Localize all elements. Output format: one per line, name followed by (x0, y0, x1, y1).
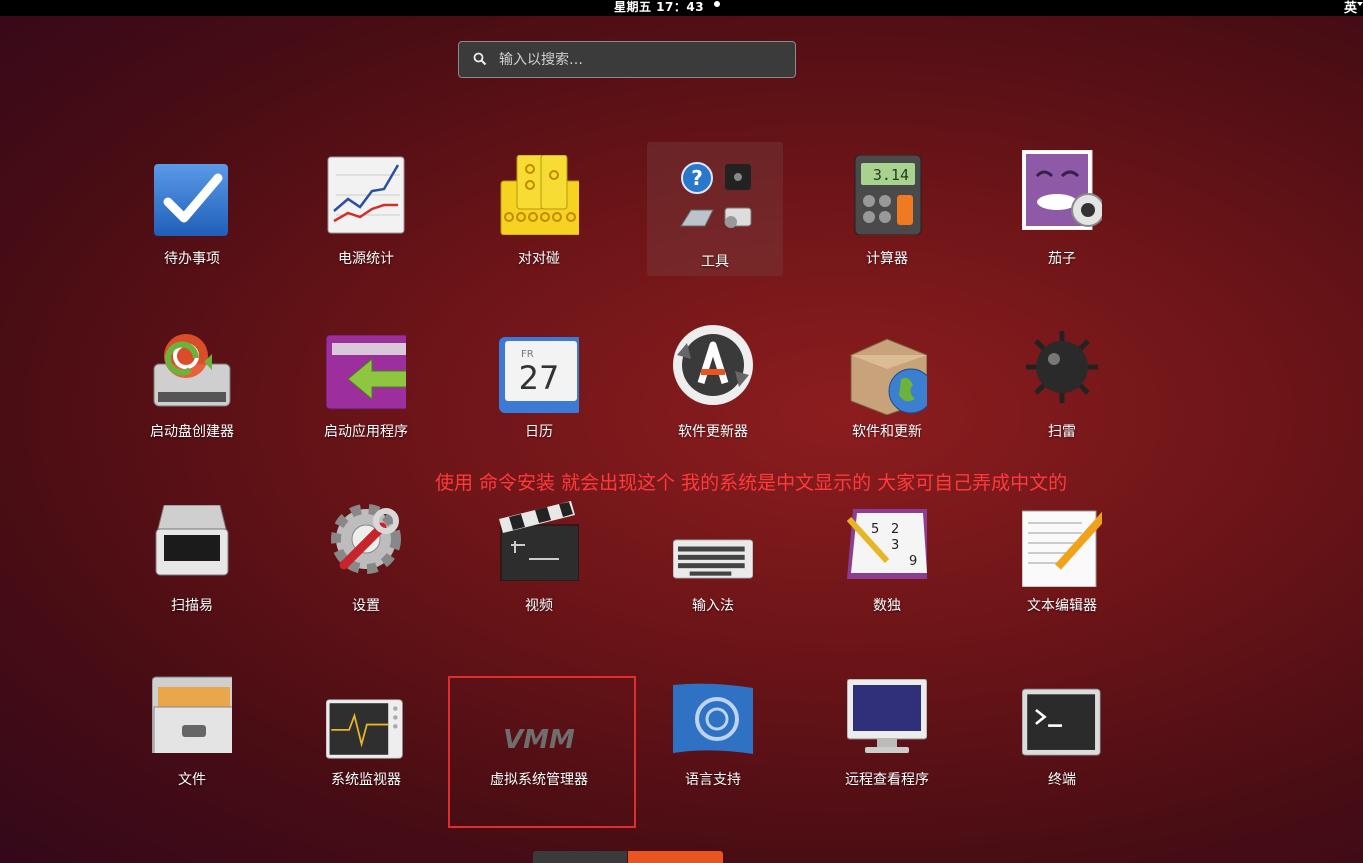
keyboard-icon (673, 539, 753, 579)
calculator-icon: 3.14 (854, 155, 922, 235)
checkmark-icon (154, 164, 228, 236)
top-bar: 星期五 17：43 英 (0, 0, 1363, 16)
search-icon (473, 52, 487, 66)
app-label: 启动盘创建器 (150, 424, 234, 440)
app-label: 文本编辑器 (1027, 598, 1097, 614)
app-label: 扫雷 (1048, 424, 1076, 440)
app-label: 软件更新器 (678, 424, 748, 440)
app-label: 电源统计 (338, 251, 394, 267)
mine-bomb-icon (1026, 331, 1098, 403)
app-label: 远程查看程序 (845, 772, 929, 788)
terminal-icon (1022, 688, 1101, 756)
clock[interactable]: 星期五 17：43 (614, 0, 704, 15)
virt-manager-logo-icon: VMM (503, 725, 575, 755)
app-label: 待办事项 (164, 251, 220, 267)
webcam-face-icon (1022, 150, 1102, 230)
app-label: 对对碰 (518, 251, 560, 267)
file-cabinet-icon (152, 676, 232, 753)
app-label: 工具 (701, 254, 729, 270)
app-label: 扫描易 (171, 598, 213, 614)
view-switcher (533, 851, 723, 863)
monitor-icon (847, 679, 927, 753)
app-label: 日历 (525, 424, 553, 440)
tools-folder-icon: ? (680, 162, 752, 228)
power-graph-icon (327, 156, 405, 234)
notepad-pencil-icon (1022, 510, 1102, 587)
mahjong-tiles-icon (500, 155, 579, 235)
app-label: 计算器 (866, 251, 908, 267)
calendar-icon: FR 27 (499, 337, 579, 413)
language-flag-icon (673, 683, 753, 755)
app-label: 终端 (1048, 772, 1076, 788)
app-label: 视频 (525, 598, 553, 614)
app-label: 茄子 (1048, 251, 1076, 267)
calendar-date-text: 27 (519, 359, 560, 397)
sudoku-digit: 9 (909, 554, 917, 569)
startup-apps-icon (326, 335, 406, 410)
app-label: 系统监视器 (331, 772, 401, 788)
app-label: 语言支持 (685, 772, 741, 788)
package-globe-icon (850, 338, 927, 415)
search-input[interactable] (497, 48, 781, 72)
annotation-text: 使用 命令安装 就会出现这个 我的系统是中文显示的 大家可自己弄成中文的 (435, 472, 1068, 494)
notification-dot-icon (714, 1, 720, 7)
app-label: 设置 (352, 598, 380, 614)
svg-text:?: ? (691, 166, 703, 190)
sudoku-digit: 3 (891, 538, 899, 553)
system-monitor-icon (326, 699, 403, 759)
input-method-indicator[interactable]: 英 (1344, 0, 1357, 16)
app-label: 启动应用程序 (324, 424, 408, 440)
gear-icon (331, 504, 401, 574)
calculator-display-text: 3.14 (873, 166, 909, 184)
scanner-icon (155, 505, 229, 576)
chevron-down-icon (1357, 2, 1363, 6)
sudoku-digit: 5 (871, 522, 879, 537)
clapperboard-icon (499, 501, 579, 581)
app-label: 输入法 (692, 598, 734, 614)
app-label: 数独 (873, 598, 901, 614)
startup-disk-icon (153, 334, 231, 407)
sudoku-icon: 5 2 3 9 (847, 509, 927, 579)
search-box[interactable] (458, 41, 796, 78)
app-label: 文件 (178, 772, 206, 788)
software-updater-icon (673, 325, 753, 405)
tab-frequent[interactable] (533, 851, 627, 863)
app-label: 软件和更新 (852, 424, 922, 440)
vmm-logo-text: VMM (503, 725, 575, 755)
sudoku-digit: 2 (891, 522, 899, 537)
tab-all[interactable] (628, 851, 723, 863)
app-label: 虚拟系统管理器 (490, 772, 588, 788)
